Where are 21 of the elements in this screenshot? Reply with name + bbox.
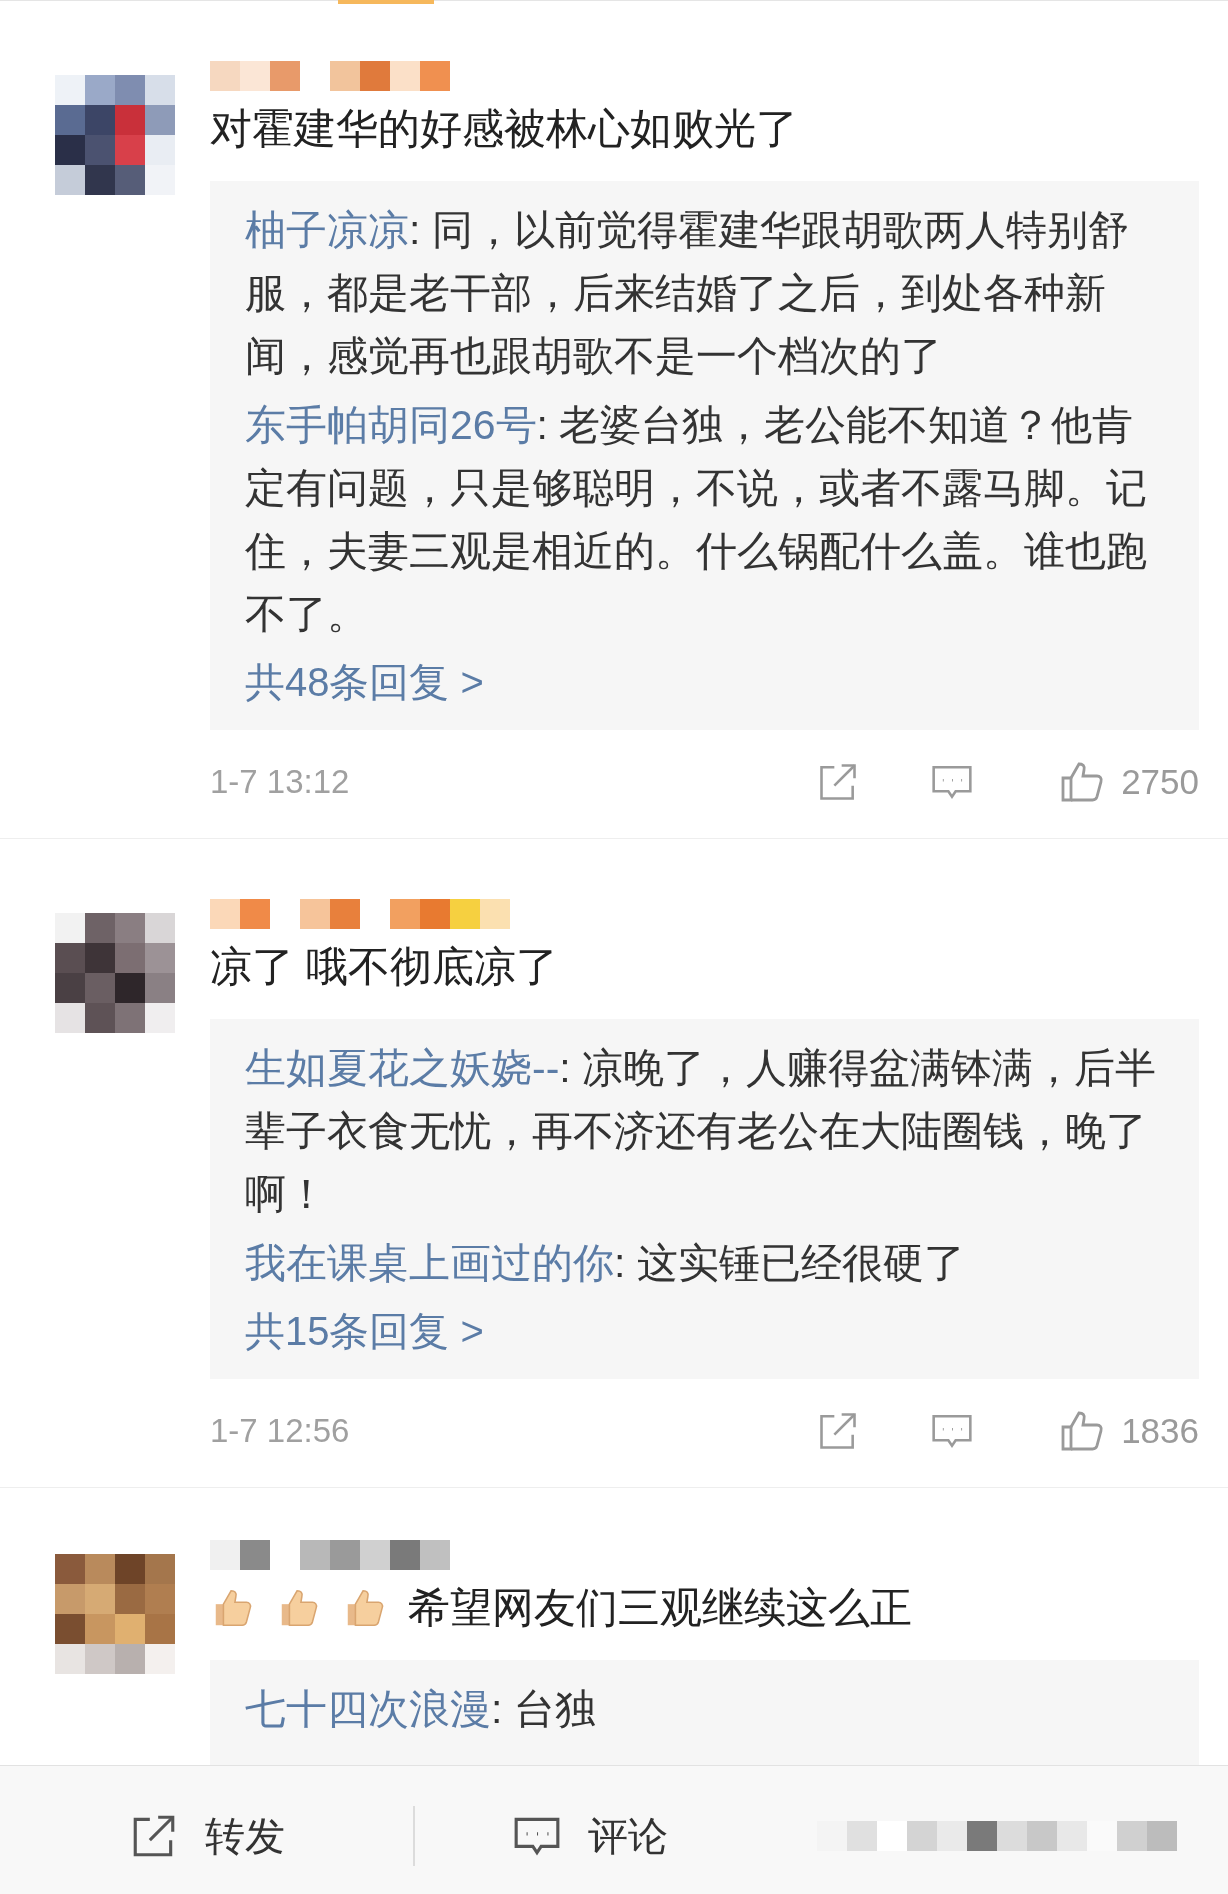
- reply-text: 我在课桌上画过的你: 这实锤已经很硬了: [245, 1239, 966, 1288]
- reply-text: 柚子凉凉: 同，以前觉得霍建华跟胡歌两人特别舒服，都是老干部，后来结婚了之后，到处各种新闻，感觉再也跟胡歌不是一个档次的了: [245, 206, 1130, 381]
- comment-text: 凉了 哦不彻底凉了: [210, 942, 558, 992]
- like-count: 2750: [1121, 760, 1199, 803]
- comment-text: 希望网友们三观继续这么正: [408, 1583, 912, 1633]
- reply-author[interactable]: 柚子凉凉: [245, 207, 409, 253]
- reply-author[interactable]: 生如夏花之妖娆--: [245, 1045, 560, 1091]
- reply-author[interactable]: 东手帕胡同26号: [245, 402, 537, 448]
- comment-time: 1-7 13:12: [210, 762, 350, 803]
- repost-button[interactable]: 转发: [128, 1805, 285, 1866]
- like-count: 1836: [1121, 1409, 1199, 1452]
- reply-text: 七十四次浪漫: 台独: [245, 1685, 597, 1734]
- comment-time: 1-7 12:56: [210, 1411, 350, 1452]
- reply-text: 东手帕胡同26号: 老婆台独，老公能不知道？他肯定有问题，只是够聪明，不说，或者不露马脚。记住，夫妻三观是相近的。什么锅配什么盖。谁也跑不了。: [245, 401, 1148, 639]
- reply-text: 生如夏花之妖娆--: 凉晚了，人赚得盆满钵满，后半辈子衣食无忧，再不济还有老公在大陆圈钱，晚了啊！: [245, 1044, 1158, 1219]
- comment-text: 对霍建华的好感被林心如败光了: [210, 104, 798, 154]
- reply-author[interactable]: 七十四次浪漫: [245, 1686, 491, 1732]
- more-replies-link[interactable]: 共48条回复 >: [245, 652, 1164, 712]
- reply-author[interactable]: 我在课桌上画过的你: [245, 1240, 614, 1286]
- comment-button[interactable]: 评论: [512, 1805, 668, 1866]
- more-replies-link[interactable]: 共15条回复 >: [245, 1301, 1164, 1361]
